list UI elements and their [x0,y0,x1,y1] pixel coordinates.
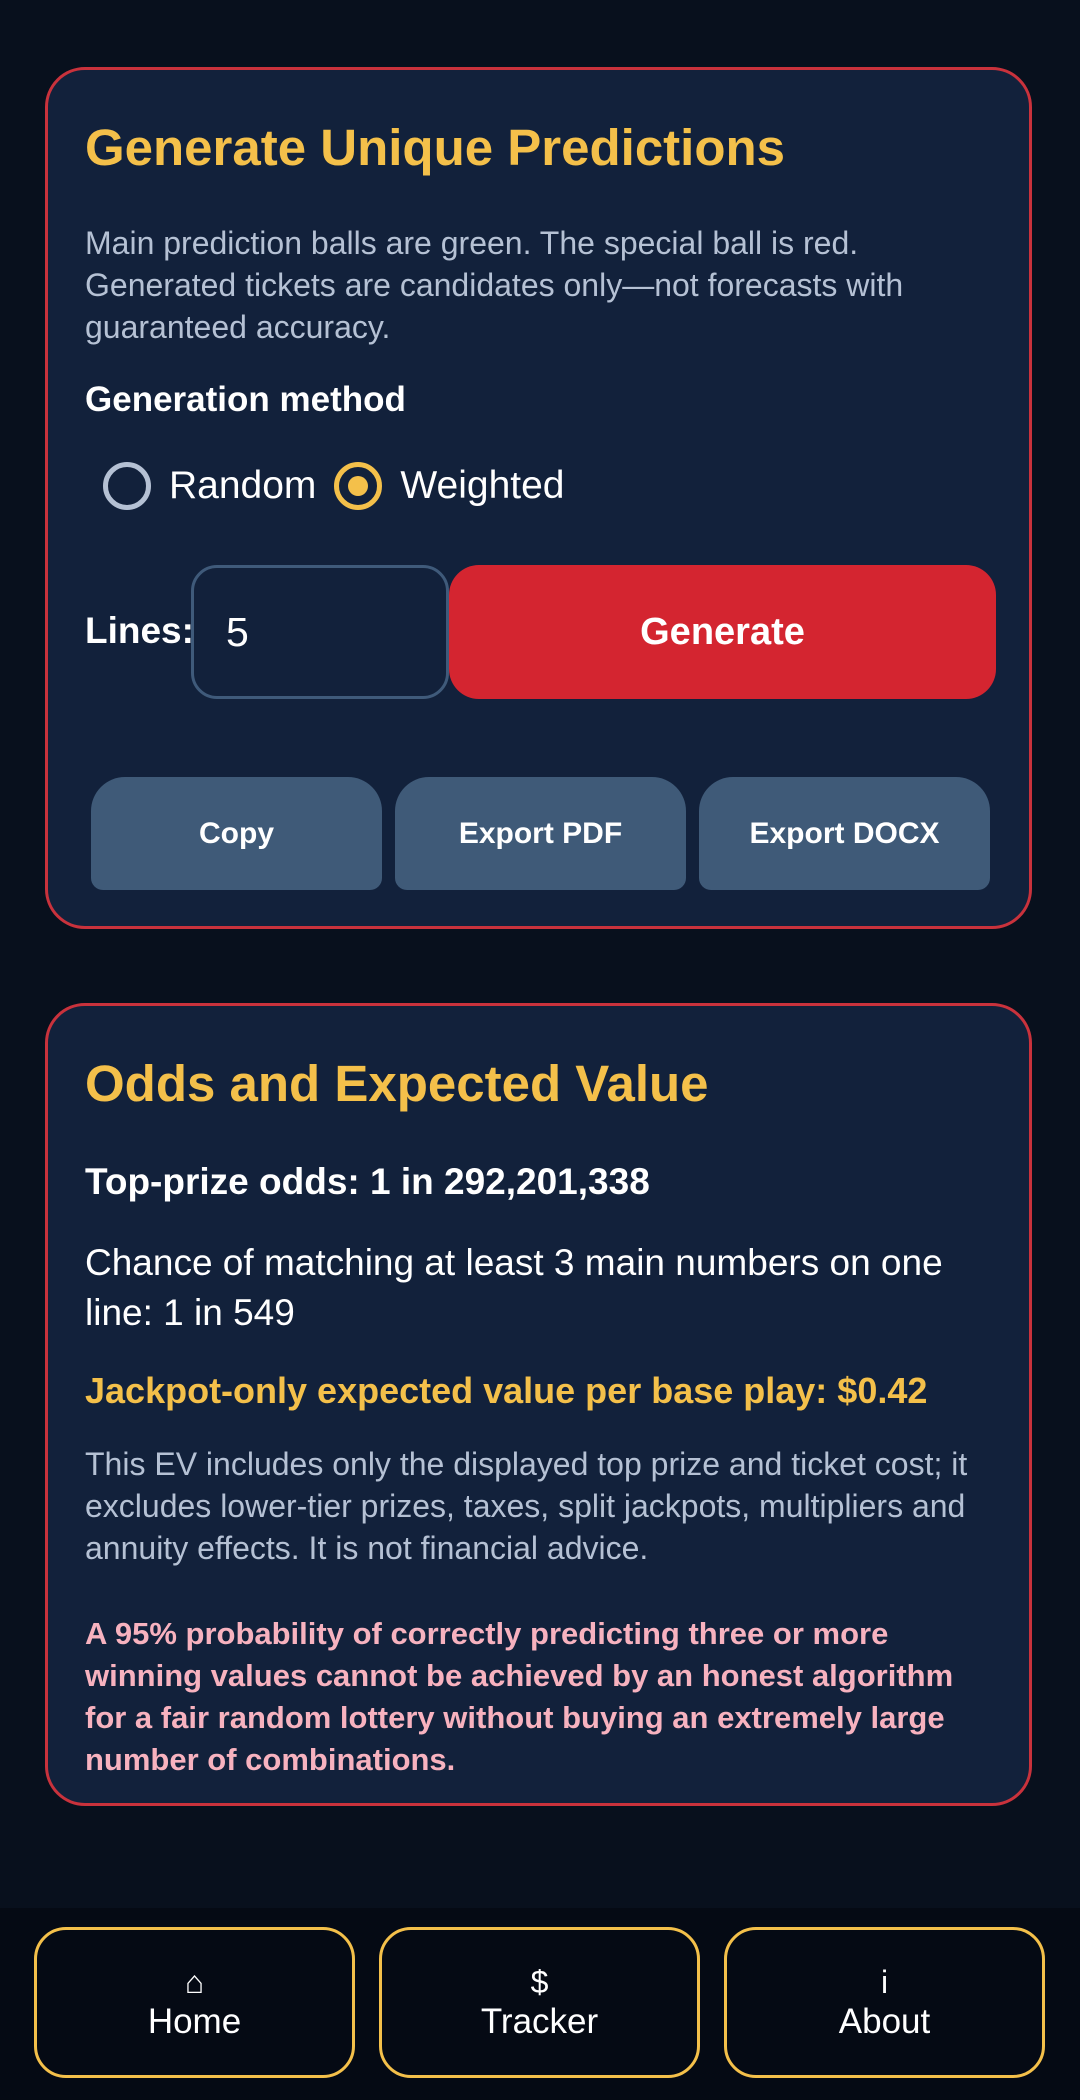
radio-random-label: Random [169,464,317,507]
odds-card: Odds and Expected Value Top-prize odds: … [45,1003,1032,1806]
nav-tracker-button[interactable]: $ Tracker [379,1927,700,2078]
lines-input[interactable] [191,565,449,699]
info-icon: i [880,1964,889,2000]
copy-button[interactable]: Copy [91,777,382,890]
dollar-icon: $ [530,1964,549,2000]
export-pdf-button[interactable]: Export PDF [395,777,686,890]
radio-random[interactable]: Random [103,462,316,510]
odds-title: Odds and Expected Value [85,1055,709,1112]
expected-value: Jackpot-only expected value per base pla… [85,1370,928,1411]
radio-weighted-indicator[interactable] [334,462,383,510]
lines-label: Lines: [85,610,194,651]
radio-weighted-label: Weighted [400,464,565,507]
accuracy-warning: A 95% probability of correctly predictin… [85,1616,954,1777]
bottom-nav: ⌂ Home $ Tracker i About [0,1908,1080,2100]
generation-method-label: Generation method [85,380,406,419]
radio-weighted[interactable]: Weighted [334,462,564,510]
home-icon: ⌂ [184,1964,205,2000]
nav-tracker-label: Tracker [480,2002,599,2041]
nav-home-button[interactable]: ⌂ Home [34,1927,355,2078]
generator-card: Generate Unique Predictions Main predict… [45,67,1032,929]
generator-title: Generate Unique Predictions [85,119,786,176]
radio-random-indicator[interactable] [103,462,151,510]
nav-home-label: Home [147,2002,242,2041]
ev-disclaimer: This EV includes only the displayed top … [85,1446,968,1566]
nav-about-button[interactable]: i About [724,1927,1045,2078]
generation-method-group: Random Weighted [103,462,582,510]
match-three-chance: Chance of matching at least 3 main numbe… [85,1242,943,1333]
generate-button[interactable]: Generate [449,565,996,699]
nav-about-label: About [838,2002,931,2041]
export-docx-button[interactable]: Export DOCX [699,777,990,890]
generator-description: Main prediction balls are green. The spe… [85,225,904,345]
top-prize-odds: Top-prize odds: 1 in 292,201,338 [85,1161,650,1202]
